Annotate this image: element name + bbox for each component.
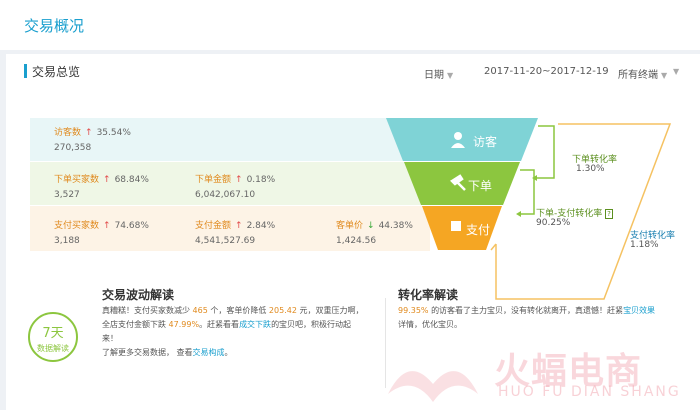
order-rate-value: 1.30% <box>576 164 605 174</box>
card-icon <box>451 221 461 231</box>
funnel-pay-label: 支付 <box>466 223 490 237</box>
date-range: 2017-11-20~2017-12-19 <box>484 66 609 77</box>
insight-text: 真糟糕！支付买家数减少 465 个，客单价降低 205.42 元，双重压力啊， … <box>102 306 364 357</box>
arrow-left-icon <box>516 211 521 217</box>
funnel-visitor-label: 访客 <box>473 134 497 149</box>
device-dropdown[interactable]: 所有终端 ▼ <box>618 66 667 81</box>
more-arrow-icon[interactable]: ▼ <box>670 66 679 77</box>
device-label: 所有终端 <box>618 70 658 81</box>
trade-composition-link[interactable]: 交易构成 <box>193 348 225 357</box>
chevron-down-icon: ▼ <box>661 71 668 80</box>
order-pay-rate-value: 90.25% <box>536 218 571 228</box>
badge-number: 7天 <box>42 326 64 341</box>
funnel-order-label: 下单 <box>468 179 492 193</box>
pay-rate-value: 1.18% <box>630 240 659 250</box>
product-effect-link[interactable]: 宝贝效果 <box>623 306 655 315</box>
seven-day-badge: 7天 数据解读 <box>28 312 78 362</box>
conversion-title: 转化率解读 <box>398 288 459 302</box>
funnel-chart: 访客 下单 支付 <box>386 118 672 300</box>
header-bar: 交易概况 <box>0 0 700 50</box>
funnel-visitor-stage <box>386 118 538 161</box>
funnel-order-stage <box>404 162 520 205</box>
section-title: 交易总览 <box>32 65 81 79</box>
user-icon <box>454 132 462 140</box>
bat-logo-icon <box>388 371 478 402</box>
conversion-text: 99.35% 的访客看了主力宝贝，没有转化就离开，真遗憾！赶紧宝贝效果 详情，优… <box>398 306 656 329</box>
date-range-picker[interactable]: 2017-11-20~2017-12-19 <box>484 66 609 77</box>
date-dropdown[interactable]: 日期 ▼ <box>424 66 453 81</box>
watermark-subtext: HUO FU DIAN SHANG <box>498 384 681 400</box>
chevron-down-icon: ▼ <box>447 71 454 80</box>
sales-drop-link[interactable]: 成交下跌 <box>239 320 271 329</box>
page-title: 交易概况 <box>24 17 85 35</box>
badge-text: 数据解读 <box>37 344 69 353</box>
overview-header: 交易总览 日期 ▼ 2017-11-20~2017-12-19 所有终端 ▼ ▼ <box>6 54 700 92</box>
date-label: 日期 <box>424 70 444 81</box>
overview-panel: 交易总览 日期 ▼ 2017-11-20~2017-12-19 所有终端 ▼ ▼ 访… <box>6 54 700 410</box>
order-rate-bracket <box>536 125 555 179</box>
insight-title: 交易波动解读 <box>102 288 175 302</box>
help-icon[interactable]: ? <box>605 209 613 219</box>
section-marker <box>24 64 27 78</box>
watermark-logo <box>388 371 478 402</box>
order-pay-bracket <box>520 169 535 215</box>
